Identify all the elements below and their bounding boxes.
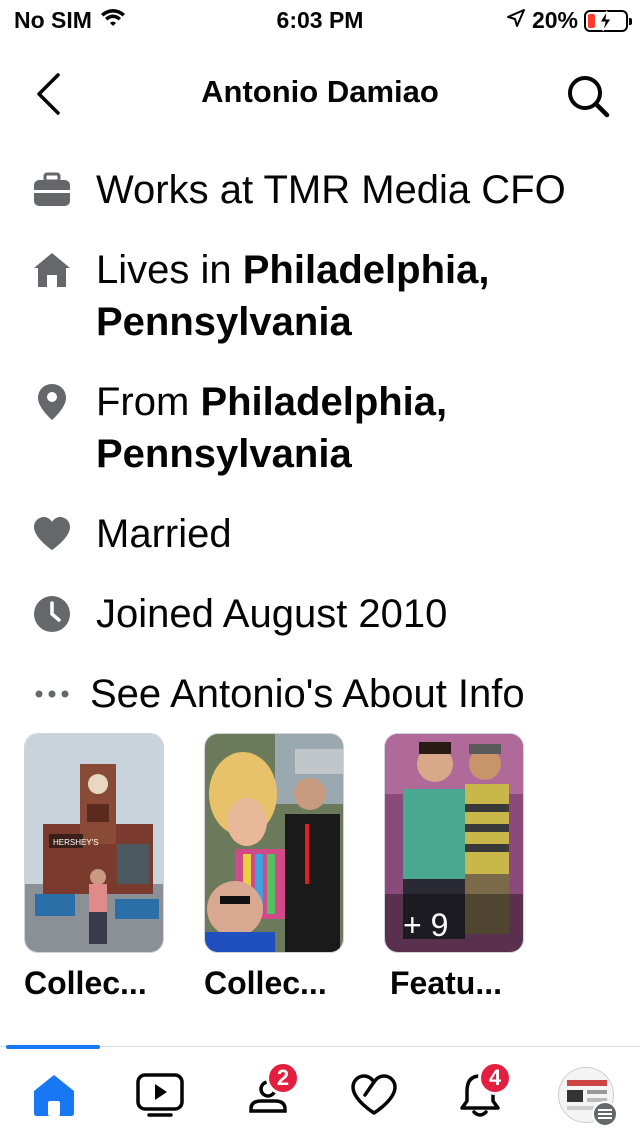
more-photos-count: + 9 — [403, 907, 449, 943]
page-title: Antonio Damiao — [201, 74, 439, 109]
more-dots-icon — [30, 672, 74, 716]
heart-icon — [30, 512, 74, 556]
joined-text: Joined August 2010 — [96, 592, 448, 636]
charging-bolt-icon — [599, 10, 612, 31]
header: Antonio Damiao — [0, 58, 640, 130]
tab-watch[interactable] — [130, 1065, 190, 1125]
collection-card[interactable]: + 9 Featu... — [384, 733, 524, 1002]
group-selfie-photo — [204, 733, 344, 953]
info-row-lives: Lives in Philadelphia, Pennsylvania — [30, 244, 626, 348]
from-text: From Philadelphia, Pennsylvania — [96, 376, 626, 480]
tab-menu[interactable] — [556, 1065, 618, 1127]
home-tab-icon — [34, 1075, 74, 1116]
clock-icon — [30, 592, 74, 636]
search-button[interactable] — [562, 70, 614, 122]
groups-badge: 2 — [266, 1061, 300, 1095]
collection-card[interactable]: HERSHEY'S Collec... — [24, 733, 164, 1002]
featured-collections: HERSHEY'S Collec... Collec... + 9 Featu.… — [0, 733, 640, 1003]
battery-percent: 20% — [531, 7, 578, 33]
status-right: 20% — [506, 7, 632, 34]
battery-nub — [629, 17, 632, 25]
work-label: Works at TMR Media CFO — [96, 168, 566, 212]
restaurant-exterior-photo: HERSHEY'S — [24, 733, 164, 953]
notifications-badge: 4 — [478, 1061, 512, 1095]
info-row-relationship: Married — [30, 508, 626, 560]
active-tab-indicator — [6, 1045, 100, 1049]
info-row-from: From Philadelphia, Pennsylvania — [30, 376, 626, 480]
two-men-photo: + 9 — [384, 733, 524, 953]
relationship-text: Married — [96, 512, 232, 556]
briefcase-icon — [30, 168, 74, 212]
svg-text:HERSHEY'S: HERSHEY'S — [53, 838, 99, 847]
battery-fill — [588, 13, 595, 28]
collection-label: Featu... — [390, 965, 503, 1001]
info-row-joined: Joined August 2010 — [30, 588, 626, 640]
work-text: Works at TMR Media CFO — [96, 164, 626, 216]
tab-home[interactable] — [24, 1065, 84, 1125]
collection-label: Collec... — [24, 965, 147, 1001]
info-row-work: Works at TMR Media CFO — [30, 164, 626, 216]
tab-dating[interactable] — [344, 1065, 404, 1125]
tab-groups[interactable]: 2 — [238, 1061, 300, 1125]
from-prefix: From — [96, 380, 201, 424]
lives-text: Lives in Philadelphia, Pennsylvania — [96, 244, 626, 348]
location-pin-icon — [30, 380, 74, 424]
dating-heart-icon — [351, 1074, 397, 1115]
search-icon — [568, 76, 610, 118]
home-icon — [30, 248, 74, 292]
video-play-icon — [136, 1073, 184, 1117]
location-arrow-icon — [506, 7, 526, 34]
bottom-tab-bar: 2 4 — [0, 1045, 640, 1136]
tab-notifications[interactable]: 4 — [450, 1061, 512, 1125]
about-link-text: See Antonio's About Info — [90, 672, 525, 716]
collection-card[interactable]: Collec... — [204, 733, 344, 1002]
see-about-info-link[interactable]: See Antonio's About Info — [30, 668, 620, 720]
collection-label: Collec... — [204, 965, 327, 1001]
lives-prefix: Lives in — [96, 248, 243, 292]
status-bar: No SIM 6:03 PM 20% — [0, 0, 640, 40]
battery-icon — [584, 9, 632, 32]
hamburger-menu-icon — [592, 1101, 618, 1127]
